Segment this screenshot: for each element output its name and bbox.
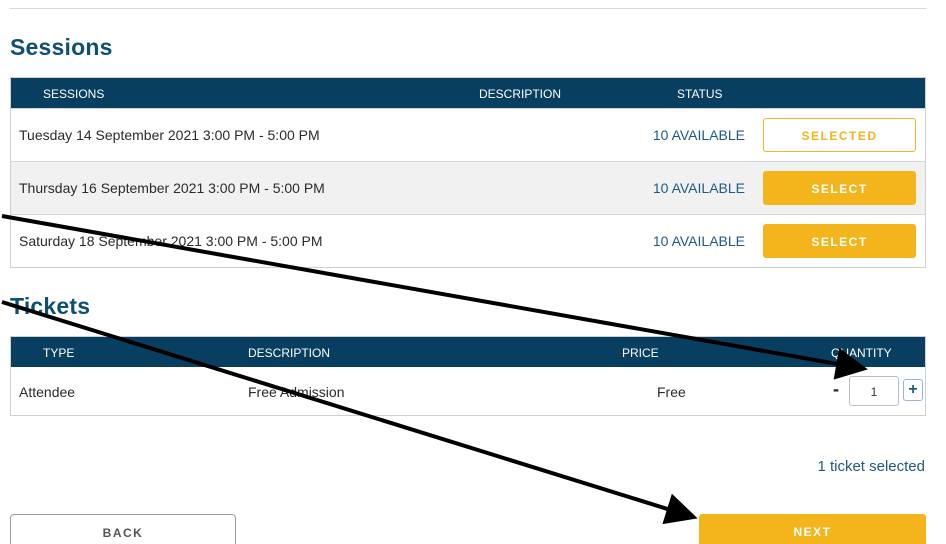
header-price: PRICE [622, 346, 659, 360]
quantity-stepper: - 1 + [829, 376, 923, 406]
next-button[interactable]: NEXT [699, 514, 926, 544]
header-description: DESCRIPTION [479, 87, 562, 101]
header-quantity: QUANTITY [831, 346, 892, 360]
ticket-price: Free [657, 384, 686, 400]
decrement-button[interactable]: - [829, 379, 843, 400]
session-status: 10 AVAILABLE [652, 127, 745, 143]
session-row: Saturday 18 September 2021 3:00 PM - 5:0… [11, 214, 925, 267]
ticket-row: Attendee Free Admission Free - 1 + [11, 367, 925, 416]
sessions-table: SESSIONS DESCRIPTION STATUS Tuesday 14 S… [10, 77, 926, 268]
back-button[interactable]: BACK [10, 514, 236, 544]
header-status: STATUS [677, 87, 723, 101]
session-date: Thursday 16 September 2021 3:00 PM - 5:0… [19, 180, 325, 196]
session-date: Saturday 18 September 2021 3:00 PM - 5:0… [19, 233, 323, 249]
sessions-table-header: SESSIONS DESCRIPTION STATUS [11, 78, 925, 108]
header-sessions: SESSIONS [43, 87, 105, 101]
session-select-button[interactable]: SELECT [763, 224, 916, 258]
ticket-description: Free Admission [248, 384, 345, 400]
tickets-table: TYPE DESCRIPTION PRICE QUANTITY Attendee… [10, 336, 926, 416]
tickets-selected-count: 1 ticket selected [817, 458, 925, 475]
tickets-table-header: TYPE DESCRIPTION PRICE QUANTITY [11, 337, 925, 367]
tickets-heading: Tickets [10, 293, 91, 319]
session-selected-button[interactable]: SELECTED [763, 118, 916, 152]
header-type: TYPE [43, 346, 75, 360]
session-row: Thursday 16 September 2021 3:00 PM - 5:0… [11, 161, 925, 214]
sessions-heading: Sessions [10, 34, 113, 60]
ticket-type: Attendee [19, 384, 76, 400]
increment-button[interactable]: + [903, 379, 923, 401]
top-divider [10, 8, 926, 9]
session-status: 10 AVAILABLE [652, 180, 745, 196]
session-select-button[interactable]: SELECT [763, 171, 916, 205]
session-row: Tuesday 14 September 2021 3:00 PM - 5:00… [11, 108, 925, 161]
quantity-input[interactable]: 1 [849, 376, 899, 406]
header-description: DESCRIPTION [248, 346, 331, 360]
session-date: Tuesday 14 September 2021 3:00 PM - 5:00… [19, 127, 320, 143]
session-status: 10 AVAILABLE [652, 233, 745, 249]
